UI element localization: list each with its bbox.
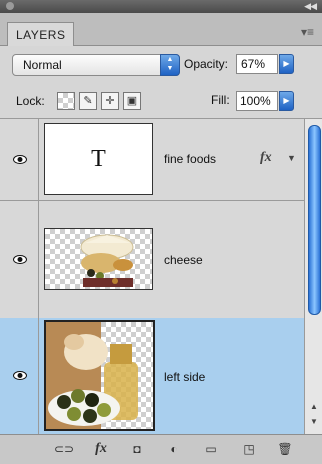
- left-side-thumbnail-image: [46, 322, 138, 429]
- tab-bar: LAYERS ▾≡: [0, 13, 322, 47]
- layer-name[interactable]: cheese: [164, 253, 203, 267]
- eye-icon[interactable]: [13, 155, 27, 164]
- layers-scrollbar[interactable]: ▲ ▼: [304, 119, 322, 434]
- fill-label: Fill:: [211, 93, 230, 107]
- layer-name[interactable]: fine foods: [164, 152, 216, 166]
- text-layer-t-icon: T: [91, 146, 106, 172]
- trash-icon[interactable]: 🗑: [276, 441, 294, 457]
- visibility-cell[interactable]: [0, 318, 39, 434]
- close-icon[interactable]: [6, 2, 14, 10]
- opacity-input[interactable]: 67%: [236, 54, 278, 74]
- scroll-up-icon[interactable]: ▲: [310, 402, 318, 411]
- opacity-label: Opacity:: [184, 57, 229, 71]
- add-layer-mask-icon[interactable]: ◘: [128, 441, 146, 457]
- blend-mode-value: Normal: [23, 58, 62, 72]
- layer-thumbnail-left-side[interactable]: [44, 320, 155, 431]
- visibility-cell[interactable]: [0, 119, 39, 200]
- fill-slider-button[interactable]: ▶: [279, 91, 294, 111]
- visibility-cell[interactable]: [0, 200, 39, 318]
- layer-thumbnail-cheese[interactable]: [44, 228, 153, 290]
- opacity-value: 67%: [241, 57, 266, 71]
- layer-name[interactable]: left side: [164, 370, 205, 384]
- lock-fill-row: Lock: ✎ ✛ ▣ Fill: 100% ▶: [0, 82, 322, 119]
- tab-layers[interactable]: LAYERS: [7, 22, 75, 47]
- layer-row-fine-foods[interactable]: T fine foods fx ▼: [0, 119, 304, 201]
- add-layer-style-icon[interactable]: fx: [92, 441, 110, 457]
- collapse-icon[interactable]: ◀◀: [304, 0, 317, 13]
- panel-menu-icon[interactable]: ▾≡: [301, 25, 314, 39]
- fill-value: 100%: [240, 94, 271, 108]
- lock-position-icon[interactable]: ✛: [101, 92, 119, 110]
- blend-opacity-row: Normal ▲ ▼ Opacity: 67% ▶: [0, 46, 322, 82]
- layers-footer-toolbar: ⊂⊃ fx ◘ ◐ ▭ ◳ 🗑: [0, 434, 322, 464]
- scrollbar-thumb[interactable]: [308, 125, 321, 315]
- panel-titlebar: ◀◀: [0, 0, 322, 13]
- layer-fx-icon[interactable]: fx: [260, 150, 272, 166]
- new-layer-icon[interactable]: ◳: [240, 441, 258, 457]
- eye-icon[interactable]: [13, 255, 27, 264]
- cheese-thumbnail-image: [80, 234, 134, 287]
- lock-transparent-pixels-icon[interactable]: [57, 92, 75, 110]
- blend-mode-stepper-icon[interactable]: ▲ ▼: [160, 54, 180, 76]
- new-group-icon[interactable]: ▭: [202, 441, 220, 457]
- scroll-down-icon[interactable]: ▼: [310, 417, 318, 426]
- layer-row-cheese[interactable]: cheese: [0, 200, 304, 319]
- blend-mode-select[interactable]: Normal ▲ ▼: [12, 54, 180, 76]
- expand-effects-icon[interactable]: ▼: [287, 153, 296, 163]
- layer-thumbnail-text[interactable]: T: [44, 123, 153, 195]
- lock-label: Lock:: [16, 94, 45, 108]
- lock-all-icon[interactable]: ▣: [123, 92, 141, 110]
- new-adjustment-layer-icon[interactable]: ◐: [165, 441, 183, 457]
- layers-list: T fine foods fx ▼ cheese left side: [0, 119, 304, 435]
- layer-row-left-side[interactable]: left side: [0, 318, 304, 435]
- eye-icon[interactable]: [13, 371, 27, 380]
- opacity-slider-button[interactable]: ▶: [279, 54, 294, 74]
- fill-input[interactable]: 100%: [236, 91, 278, 111]
- link-layers-icon[interactable]: ⊂⊃: [54, 441, 74, 457]
- lock-image-pixels-icon[interactable]: ✎: [79, 92, 97, 110]
